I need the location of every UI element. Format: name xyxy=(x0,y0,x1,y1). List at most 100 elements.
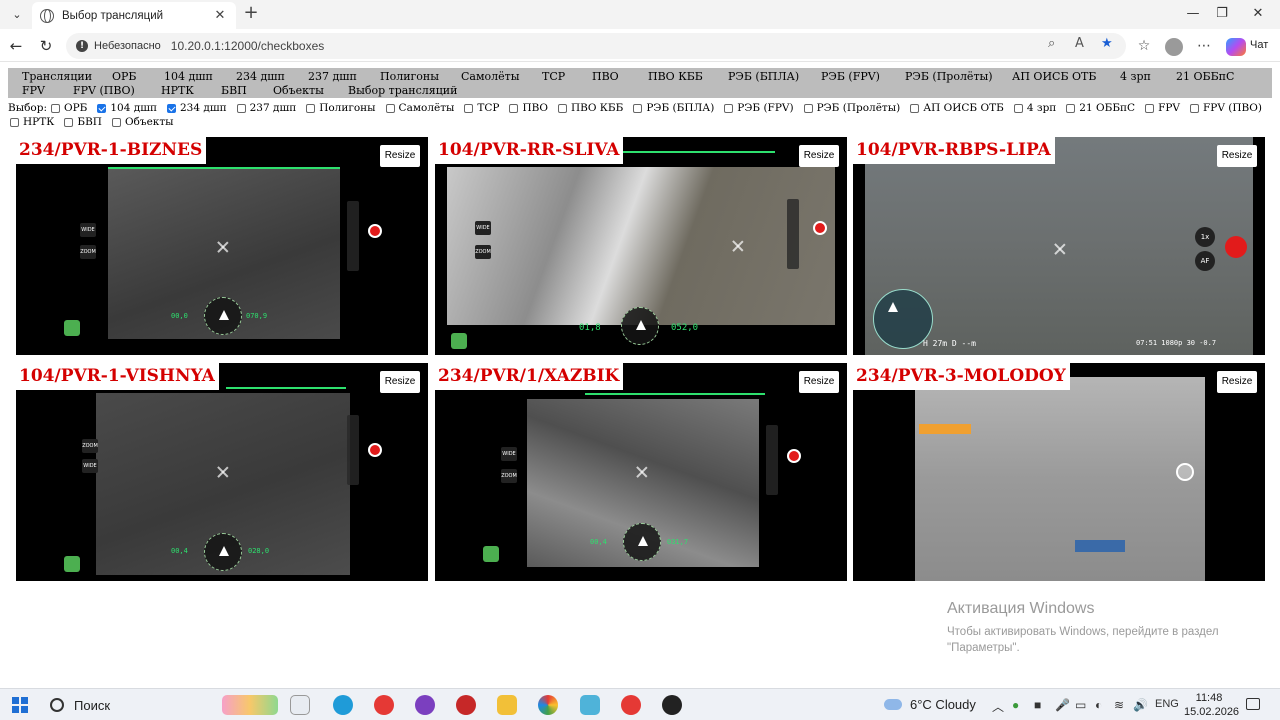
filter-checkbox[interactable]: FPV (ПВО) xyxy=(1190,102,1262,114)
menu-item[interactable]: ОРБ xyxy=(112,70,137,83)
close-window-button[interactable]: ✕ xyxy=(1243,4,1273,24)
record-button[interactable] xyxy=(368,224,382,238)
favorite-star-icon[interactable]: ★ xyxy=(1101,36,1113,51)
filter-checkbox[interactable]: ОРБ xyxy=(50,102,87,114)
minimize-button[interactable]: — xyxy=(1178,4,1208,24)
widget-icon[interactable] xyxy=(222,695,278,715)
hud-wide-button[interactable]: WIDE xyxy=(82,459,98,473)
notification-icon[interactable] xyxy=(1246,698,1260,710)
hud-zoom-button[interactable]: ZOOM xyxy=(501,469,517,483)
favorites-icon[interactable]: ☆ xyxy=(1133,35,1155,57)
menu-item[interactable]: РЭБ (БПЛА) xyxy=(728,70,799,83)
stream-tile[interactable]: ZOOM WIDE 00,4 028,0 104/PVR-1-VISHNYA R… xyxy=(16,363,428,581)
tray-app-icon[interactable]: ▭ xyxy=(1075,698,1086,712)
record-button[interactable] xyxy=(1225,236,1247,258)
tray-chevron-icon[interactable]: ︿ xyxy=(992,698,1004,715)
back-button[interactable]: ← xyxy=(5,35,27,57)
tab-list-chevron-icon[interactable]: ⌄ xyxy=(6,4,28,24)
wifi-icon[interactable]: ≋ xyxy=(1114,698,1124,712)
stream-tile[interactable]: 1x AF H 27m D --m 07:51 1080p 30 -0.7 10… xyxy=(853,137,1265,355)
app-icon[interactable] xyxy=(662,695,682,715)
filter-checkbox[interactable]: РЭБ (FPV) xyxy=(724,102,794,114)
filter-checkbox[interactable]: Полигоны xyxy=(306,102,376,114)
tray-app-icon[interactable]: ◐ xyxy=(1095,698,1102,712)
read-aloud-icon[interactable]: A xyxy=(1075,36,1084,51)
filter-checkbox[interactable]: РЭБ (БПЛА) xyxy=(633,102,714,114)
taskbar-search[interactable]: Поиск xyxy=(40,693,210,717)
menu-item[interactable]: ТСР xyxy=(542,70,565,83)
menu-item[interactable]: FPV xyxy=(22,84,45,97)
filter-checkbox[interactable]: ПВО КББ xyxy=(557,102,623,114)
filter-checkbox[interactable]: 4 зрп xyxy=(1013,102,1056,114)
filter-checkbox[interactable]: 21 ОББпС xyxy=(1066,102,1135,114)
hud-wide-button[interactable]: WIDE xyxy=(501,447,517,461)
volume-icon[interactable]: 🔊 xyxy=(1133,698,1148,712)
url-field[interactable]: ! Небезопасно 10.20.0.1:12000/checkboxes xyxy=(66,33,1126,59)
edge-browser-icon[interactable] xyxy=(333,695,353,715)
windows-start-icon[interactable] xyxy=(12,697,28,713)
profile-avatar[interactable] xyxy=(1165,38,1183,56)
menu-item[interactable]: РЭБ (Пролёты) xyxy=(905,70,993,83)
menu-item[interactable]: 21 ОББпС xyxy=(1176,70,1234,83)
tray-app-icon[interactable]: ■ xyxy=(1034,698,1041,712)
yandex-icon[interactable] xyxy=(374,695,394,715)
menu-item[interactable]: 104 дшп xyxy=(164,70,213,83)
menu-item[interactable]: ПВО КББ xyxy=(648,70,703,83)
microphone-icon[interactable]: 🎤 xyxy=(1055,698,1070,712)
filter-checkbox[interactable]: ТСР xyxy=(464,102,499,114)
maximize-button[interactable]: ❐ xyxy=(1207,4,1237,24)
menu-item[interactable]: Самолёты xyxy=(461,70,520,83)
zoom-slider[interactable] xyxy=(766,425,778,495)
filter-checkbox[interactable]: НРТК xyxy=(10,116,54,128)
filter-checkbox[interactable]: ПВО xyxy=(509,102,548,114)
menu-item[interactable]: 4 зрп xyxy=(1120,70,1151,83)
filter-checkbox[interactable]: АП ОИСБ ОТБ xyxy=(910,102,1004,114)
more-menu-icon[interactable]: ⋯ xyxy=(1193,35,1215,57)
chat-label[interactable]: Чат xyxy=(1250,39,1268,51)
reload-button[interactable]: ↻ xyxy=(35,35,57,57)
menu-item[interactable]: ПВО xyxy=(592,70,619,83)
menu-item[interactable]: НРТК xyxy=(161,84,194,97)
app-icon[interactable] xyxy=(580,695,600,715)
hud-wide-button[interactable]: WIDE xyxy=(475,221,491,235)
filter-checkbox[interactable]: 234 дшп xyxy=(166,102,227,114)
menu-item[interactable]: FPV (ПВО) xyxy=(73,84,135,97)
hud-wide-button[interactable]: WIDE xyxy=(80,223,96,237)
file-explorer-icon[interactable] xyxy=(497,695,517,715)
stream-tile[interactable]: WIDE ZOOM 01,8 052,0 104/PVR-RR-SLIVA Re… xyxy=(435,137,847,355)
hud-zoom-button[interactable]: ZOOM xyxy=(80,245,96,259)
chrome-icon[interactable] xyxy=(538,695,558,715)
menu-item[interactable]: Трансляции xyxy=(22,70,92,83)
menu-item[interactable]: РЭБ (FPV) xyxy=(821,70,880,83)
yandex-browser-icon[interactable] xyxy=(621,695,641,715)
filter-checkbox[interactable]: РЭБ (Пролёты) xyxy=(803,102,900,114)
new-tab-button[interactable]: + xyxy=(240,3,262,25)
stream-tile[interactable]: 234/PVR-3-MOLODOY Resize xyxy=(853,363,1265,581)
record-button[interactable] xyxy=(368,443,382,457)
menu-item[interactable]: 234 дшп xyxy=(236,70,285,83)
zoom-1x-button[interactable]: 1x xyxy=(1195,227,1215,247)
menu-item[interactable]: Объекты xyxy=(273,84,324,97)
filter-checkbox[interactable]: 237 дшп xyxy=(236,102,296,114)
resize-button[interactable]: Resize xyxy=(380,371,420,393)
hud-zoom-button[interactable]: ZOOM xyxy=(475,245,491,259)
resize-button[interactable]: Resize xyxy=(1217,371,1257,393)
filter-checkbox[interactable]: Объекты xyxy=(111,116,174,128)
filter-checkbox[interactable]: Самолёты xyxy=(385,102,454,114)
zoom-search-icon[interactable]: ⌕ xyxy=(1048,36,1055,51)
stream-tile[interactable]: WIDE ZOOM 00,0 070,9 234/PVR-1-BIZNES Re… xyxy=(16,137,428,355)
zoom-slider[interactable] xyxy=(347,201,359,271)
record-button[interactable] xyxy=(787,449,801,463)
copilot-icon[interactable] xyxy=(1226,38,1246,56)
resize-button[interactable]: Resize xyxy=(799,371,839,393)
resize-button[interactable]: Resize xyxy=(380,145,420,167)
af-button[interactable]: AF xyxy=(1195,251,1215,271)
stream-tile[interactable]: WIDE ZOOM 00,4 031,7 234/PVR/1/XAZBIK Re… xyxy=(435,363,847,581)
zoom-slider[interactable] xyxy=(347,415,359,485)
menu-item[interactable]: 237 дшп xyxy=(308,70,357,83)
messenger-icon[interactable] xyxy=(415,695,435,715)
menu-item[interactable]: БВП xyxy=(221,84,247,97)
shutter-button[interactable] xyxy=(1176,463,1194,481)
filter-checkbox[interactable]: БВП xyxy=(64,116,102,128)
menu-item[interactable]: Полигоны xyxy=(380,70,439,83)
